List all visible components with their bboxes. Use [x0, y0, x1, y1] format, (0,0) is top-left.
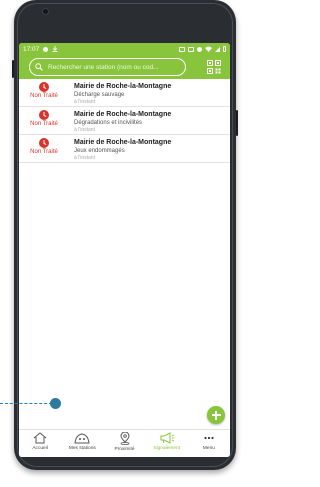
more-dots-icon	[204, 436, 214, 440]
alarm-icon	[179, 46, 185, 52]
nav-label: Mes stations	[68, 446, 96, 451]
nav-label: Signalement	[153, 446, 181, 451]
app-header: Rechercher une station (nom ou cod...	[19, 55, 230, 79]
nav-label: Accueil	[32, 446, 48, 451]
add-report-button[interactable]	[207, 406, 225, 424]
power-button	[236, 110, 238, 136]
report-status-label: Non Traité	[30, 121, 58, 127]
report-status: Non Traité	[19, 110, 69, 127]
search-icon	[35, 63, 43, 71]
report-title: Mairie de Roche-la-Montagne	[74, 111, 172, 118]
signal-icon	[215, 46, 220, 52]
home-icon	[33, 432, 47, 444]
clock-icon	[39, 82, 49, 92]
mockup-stage: 17:07 Rechercher une station (nom ou cod…	[0, 0, 241, 487]
volume-button	[12, 60, 14, 78]
report-status-label: Non Traité	[30, 149, 58, 155]
report-status: Non Traité	[19, 82, 69, 99]
clock-icon	[39, 110, 49, 120]
app-screen: 17:07 Rechercher une station (nom ou cod…	[19, 43, 230, 457]
nav-item-mes-stations[interactable]: Mes stations	[61, 430, 103, 457]
status-time: 17:07	[23, 45, 40, 53]
report-category: Jeux endommagés	[74, 148, 125, 154]
location-pin-icon	[119, 432, 130, 445]
nfc-icon	[188, 46, 194, 52]
qr-scan-icon[interactable]	[207, 60, 221, 74]
nav-label: Menu	[202, 446, 215, 451]
report-category: Décharge sauvage	[74, 92, 125, 98]
report-category: Dégradations et incivilités	[74, 120, 143, 126]
report-time: à l'instant	[74, 155, 95, 161]
status-bar: 17:07	[19, 43, 230, 55]
report-status: Non Traité	[19, 138, 69, 155]
dnd-icon	[197, 46, 202, 52]
stations-icon	[74, 433, 90, 444]
battery-icon	[223, 46, 226, 52]
report-row[interactable]: Non Traité Mairie de Roche-la-Montagne D…	[19, 107, 230, 135]
report-time: à l'instant	[74, 99, 95, 105]
tour-hotspot[interactable]	[50, 398, 61, 409]
search-placeholder: Rechercher une station (nom ou cod...	[48, 63, 159, 71]
notification-icon	[43, 46, 49, 52]
megaphone-icon	[160, 432, 175, 444]
report-list: Non Traité Mairie de Roche-la-Montagne D…	[19, 79, 230, 163]
report-title: Mairie de Roche-la-Montagne	[74, 139, 172, 146]
report-row[interactable]: Non Traité Mairie de Roche-la-Montagne D…	[19, 79, 230, 107]
report-time: à l'instant	[74, 127, 95, 133]
nav-label: Proximité	[114, 447, 135, 452]
bottom-navigation: Accueil Mes stations Proximité Signaleme…	[19, 429, 230, 457]
nav-item-signalement[interactable]: Signalement	[146, 430, 188, 457]
front-camera	[42, 8, 49, 15]
nav-item-menu[interactable]: Menu	[188, 430, 230, 457]
clock-icon	[39, 138, 49, 148]
report-status-label: Non Traité	[30, 93, 58, 99]
nav-item-accueil[interactable]: Accueil	[19, 430, 61, 457]
wifi-icon	[205, 46, 212, 52]
report-title: Mairie de Roche-la-Montagne	[74, 83, 172, 90]
nav-item-proximite[interactable]: Proximité	[103, 430, 145, 457]
download-icon	[52, 46, 58, 52]
tour-pointer-line	[0, 403, 52, 404]
report-row[interactable]: Non Traité Mairie de Roche-la-Montagne J…	[19, 135, 230, 163]
search-bar[interactable]: Rechercher une station (nom ou cod...	[29, 58, 186, 76]
